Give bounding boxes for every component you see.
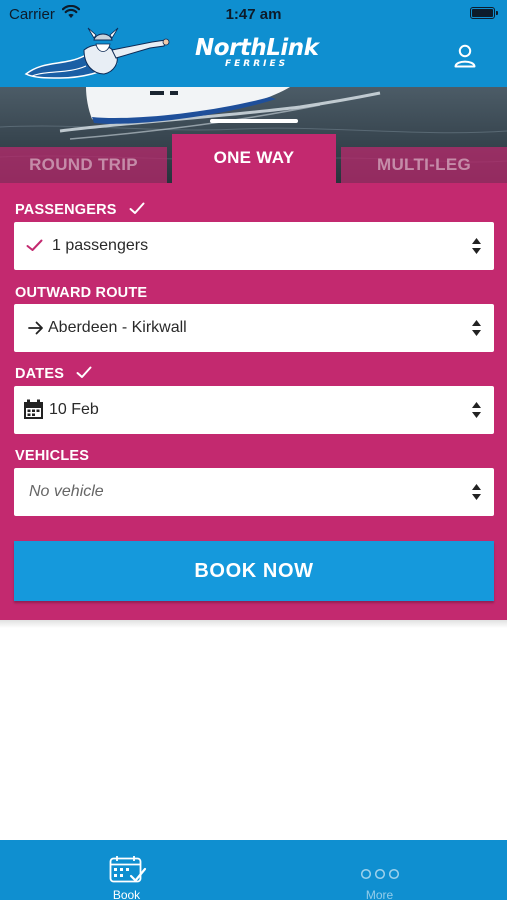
- trip-type-tabs: ROUND TRIP ONE WAY MULTI-LEG: [0, 134, 507, 183]
- tab-one-way[interactable]: ONE WAY: [172, 134, 336, 183]
- battery-icon: [470, 7, 498, 19]
- sort-arrows-icon: [472, 402, 481, 418]
- viking-logo-icon: [24, 27, 170, 79]
- checkmark-icon: [129, 202, 145, 214]
- vehicles-label: VEHICLES: [15, 448, 90, 464]
- passengers-label: PASSENGERS: [15, 202, 117, 218]
- passengers-label-row: PASSENGERS: [15, 202, 145, 218]
- tab-multi-leg[interactable]: MULTI-LEG: [341, 147, 507, 183]
- passengers-field[interactable]: 1 passengers: [14, 222, 494, 270]
- bottom-tab-bar: Book More: [0, 840, 507, 900]
- outward-route-value: Aberdeen - Kirkwall: [48, 319, 187, 336]
- brand-name: NorthLink: [195, 35, 319, 61]
- vehicles-placeholder: No vehicle: [29, 483, 104, 500]
- status-bar: Carrier 1:47 am: [0, 0, 507, 28]
- tabbar-label-book: Book: [112, 888, 141, 900]
- vehicles-field[interactable]: No vehicle: [14, 468, 494, 516]
- book-now-button[interactable]: BOOK NOW: [14, 541, 494, 601]
- dates-label: DATES: [15, 366, 65, 382]
- dates-field[interactable]: 10 Feb: [14, 386, 494, 434]
- checkmark-icon: [26, 239, 43, 251]
- clock: 1:47 am: [225, 6, 282, 23]
- arrow-right-icon: [28, 321, 43, 335]
- outward-route-label: OUTWARD ROUTE: [15, 285, 148, 301]
- app-header: Carrier 1:47 am NorthLink FERRIES: [0, 0, 507, 87]
- outward-route-field[interactable]: Aberdeen - Kirkwall: [14, 304, 494, 352]
- sort-arrows-icon: [472, 320, 481, 336]
- sort-arrows-icon: [472, 484, 481, 500]
- more-dots-icon: [360, 868, 400, 880]
- tab-round-trip[interactable]: ROUND TRIP: [0, 147, 167, 183]
- person-icon[interactable]: [453, 43, 477, 69]
- dates-label-row: DATES: [15, 366, 92, 382]
- panel-shadow: [0, 620, 507, 628]
- sort-arrows-icon: [472, 238, 481, 254]
- brand-logo: NorthLink FERRIES: [195, 35, 319, 69]
- calendar-icon: [24, 399, 43, 419]
- tabbar-label-more: More: [365, 888, 394, 900]
- checkmark-icon: [76, 366, 92, 378]
- passengers-value: 1 passengers: [52, 237, 149, 254]
- tabbar-item-more[interactable]: More: [253, 840, 506, 900]
- tabbar-item-book[interactable]: Book: [0, 840, 253, 900]
- booking-form: PASSENGERS 1 passengers OUTWARD ROUTE Ab…: [0, 183, 507, 620]
- dates-value: 10 Feb: [49, 401, 99, 418]
- calendar-check-icon: [109, 856, 147, 883]
- drag-handle[interactable]: [210, 119, 298, 123]
